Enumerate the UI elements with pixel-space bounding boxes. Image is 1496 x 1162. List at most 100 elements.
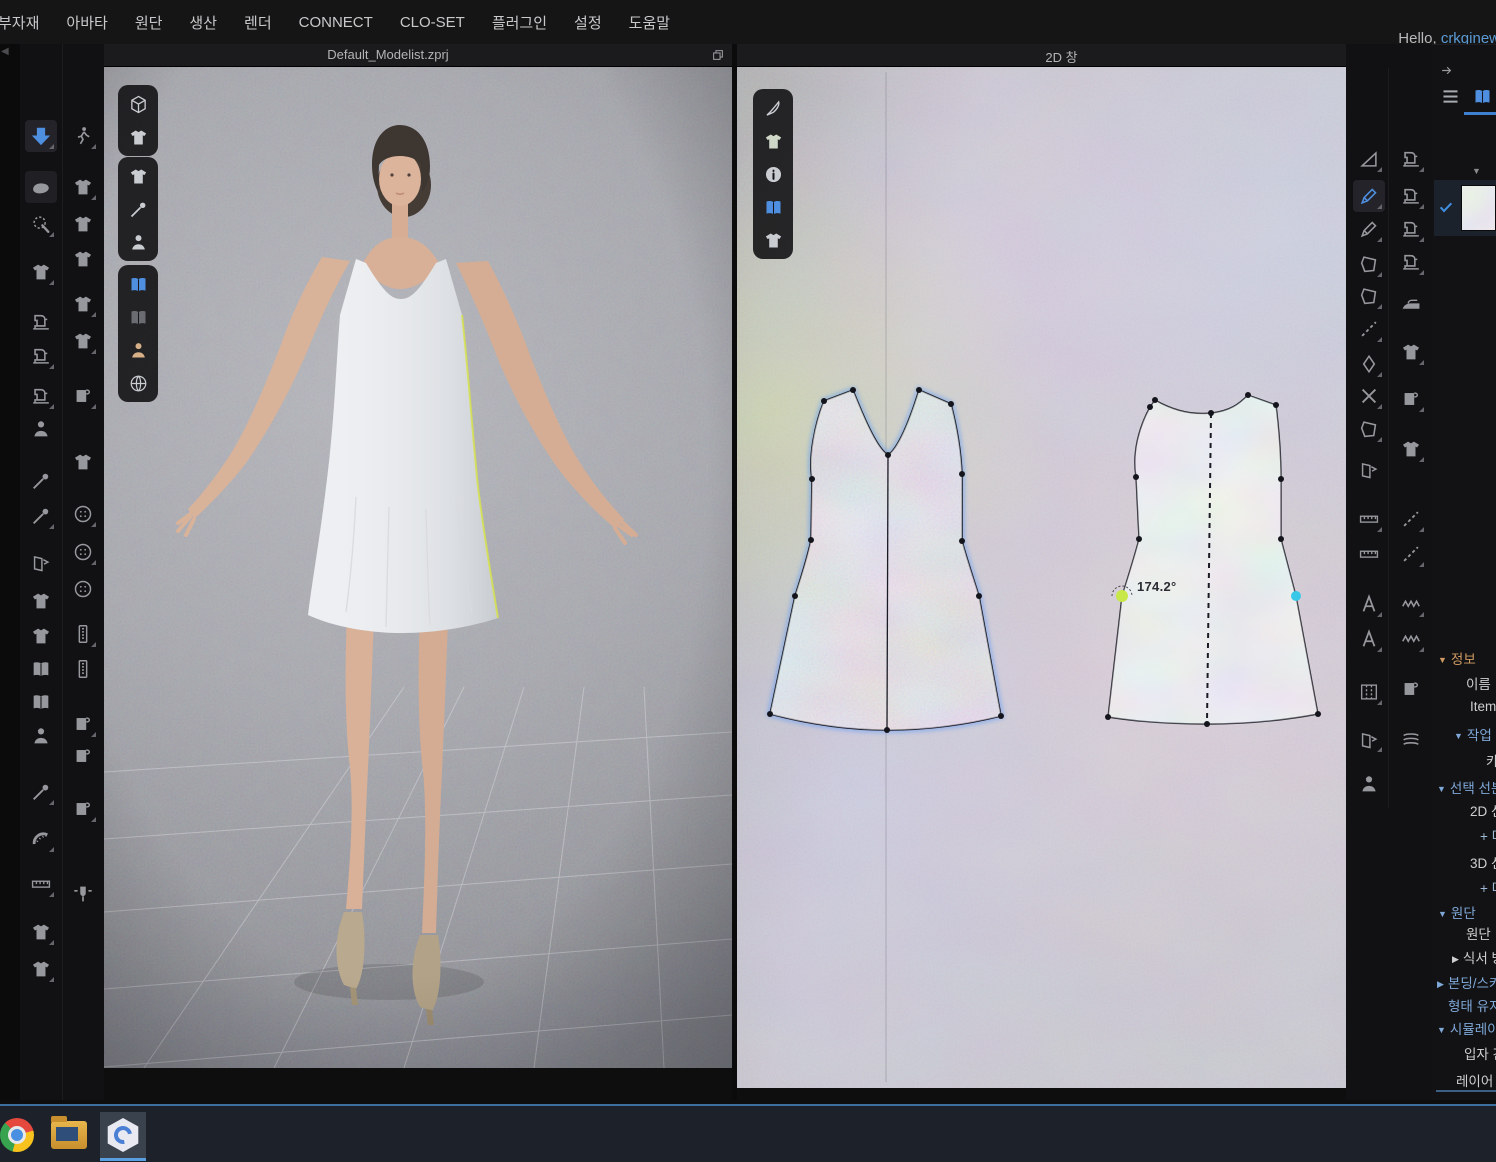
menu-closet[interactable]: CLO-SET	[400, 14, 465, 31]
iron-press-tool[interactable]	[1395, 290, 1427, 322]
arrange-garment-4-tool[interactable]	[67, 288, 99, 320]
pin-tool[interactable]	[25, 465, 57, 497]
section-simulation[interactable]: ▼시뮬레이션	[1432, 1018, 1496, 1038]
show-environment-toggle[interactable]	[126, 371, 150, 395]
select-button-tool[interactable]	[67, 498, 99, 530]
segment-sewing-2d-tool[interactable]	[1395, 143, 1427, 175]
pan-tool[interactable]	[25, 171, 57, 203]
button-tool[interactable]	[67, 536, 99, 568]
show-texture-toggle[interactable]	[761, 129, 785, 153]
add-fabric-tool[interactable]	[1395, 673, 1427, 705]
viewport-2d[interactable]: 174.2°	[737, 67, 1346, 1088]
taskbar-clo3d-button[interactable]	[100, 1112, 146, 1161]
menu-settings[interactable]: 설정	[574, 12, 602, 33]
pleat-tool[interactable]	[1353, 676, 1385, 708]
taskbar-explorer-button[interactable]	[46, 1112, 92, 1158]
section-fabric[interactable]: ▼원단	[1432, 902, 1496, 922]
angle-measure-point[interactable]	[1116, 590, 1128, 602]
lock-pattern-toggle[interactable]	[761, 228, 785, 252]
curved-pattern-tool[interactable]	[1353, 248, 1385, 280]
show-pattern-mesh-toggle[interactable]	[126, 272, 150, 296]
seam-trace-tool[interactable]	[1353, 313, 1385, 345]
restore-window-icon[interactable]	[711, 48, 726, 63]
edit-pattern-tool[interactable]	[1353, 180, 1385, 212]
mn-sewing-2d-tool[interactable]	[1395, 213, 1427, 245]
menu-connect[interactable]: CONNECT	[299, 14, 373, 31]
pin-garment-tool[interactable]	[25, 413, 57, 445]
show-pattern-toggle[interactable]	[761, 195, 785, 219]
show-mannequin-toggle[interactable]	[126, 338, 150, 362]
pleat-fold-tool[interactable]	[1353, 723, 1385, 755]
notch-tool[interactable]	[1353, 380, 1385, 412]
menu-fabric[interactable]: 원단	[135, 12, 163, 33]
edit-curvature-tool[interactable]	[1353, 213, 1385, 245]
section-selected-segment[interactable]: ▼선택 선분	[1432, 777, 1496, 797]
transform-pattern-tool[interactable]	[1353, 143, 1385, 175]
section-info[interactable]: ▼정보	[1432, 648, 1496, 668]
free-sewing-2d-tool[interactable]	[1395, 180, 1427, 212]
arrange-garment-1-tool[interactable]	[67, 171, 99, 203]
drape-tool[interactable]	[25, 720, 57, 752]
fabric-grab-tool[interactable]	[1395, 383, 1427, 415]
collapse-left-icon[interactable]: ◀	[1, 46, 9, 57]
shirring-h-tool[interactable]	[1395, 623, 1427, 655]
taskbar-chrome-button[interactable]	[0, 1112, 40, 1158]
arrange-clothes-tool[interactable]	[25, 620, 57, 652]
segment-sewing-tool[interactable]	[25, 306, 57, 338]
show-avatar-toggle[interactable]	[126, 230, 150, 254]
tape-measure-curve-tool[interactable]	[25, 823, 57, 855]
tape-measure-tool[interactable]	[25, 868, 57, 900]
ruler-tool[interactable]	[1353, 538, 1385, 570]
awl-needle-tool[interactable]	[761, 96, 785, 120]
particle-fabric-tool[interactable]	[67, 380, 99, 412]
rotate-fold-tool[interactable]	[25, 686, 57, 718]
zipper-tool[interactable]	[67, 653, 99, 685]
dart-tool[interactable]	[1353, 348, 1385, 380]
select-mesh-tool[interactable]	[25, 256, 57, 288]
menu-production[interactable]: 생산	[189, 12, 217, 33]
elastic-tool[interactable]	[1395, 538, 1427, 570]
more-2d-link[interactable]: + 더	[1432, 825, 1496, 845]
measure-pin-tool[interactable]	[25, 776, 57, 808]
annotation-text-tool[interactable]	[1353, 623, 1385, 655]
garment-measure-2-tool[interactable]	[25, 953, 57, 985]
menu-trims[interactable]: 부자재	[0, 12, 39, 33]
select-move-tool[interactable]	[25, 120, 57, 152]
window-3d-titlebar[interactable]: Default_Modelist.zprj	[104, 44, 732, 67]
viewport-3d[interactable]	[104, 67, 732, 1068]
show-pins-toggle[interactable]	[126, 197, 150, 221]
section-work[interactable]: ▼작업	[1432, 724, 1496, 744]
menu-help[interactable]: 도움말	[629, 12, 670, 33]
detect-sewing-tool[interactable]	[1395, 246, 1427, 278]
menu-plugin[interactable]: 플러그인	[492, 12, 547, 33]
fabric-roll-tool[interactable]	[67, 793, 99, 825]
open-fold-tool[interactable]	[25, 653, 57, 685]
arrange-garment-3-tool[interactable]	[67, 243, 99, 275]
arrange-garment-5-tool[interactable]	[67, 325, 99, 357]
buttonhole-lock-tool[interactable]	[67, 573, 99, 605]
section-bonding[interactable]: ▶본딩/스카	[1432, 972, 1496, 992]
pattern-to-avatar-tool[interactable]	[1353, 768, 1385, 800]
polygon-pattern-tool[interactable]	[1353, 413, 1385, 445]
avatar-walk-tool[interactable]	[67, 120, 99, 152]
shirring-v-tool[interactable]	[1395, 588, 1427, 620]
menu-render[interactable]: 렌더	[244, 12, 272, 33]
texture-garment-tool[interactable]	[67, 446, 99, 478]
seam-allowance-tool[interactable]	[1353, 503, 1385, 535]
more-3d-link[interactable]: + 더	[1432, 877, 1496, 897]
select-garment-2d-tool[interactable]	[1395, 336, 1427, 368]
press-clamp-tool[interactable]	[67, 878, 99, 910]
select-fabric-piece-tool[interactable]	[67, 708, 99, 740]
pattern-text-tool[interactable]	[1353, 588, 1385, 620]
fold-arrangement-tool[interactable]	[25, 546, 57, 578]
mn-sewing-tool[interactable]	[25, 380, 57, 412]
pin-curve-tool[interactable]	[25, 500, 57, 532]
basting-tool[interactable]	[1395, 503, 1427, 535]
garment-measure-tool[interactable]	[25, 916, 57, 948]
select-zipper-tool[interactable]	[67, 618, 99, 650]
texture-checker-tool[interactable]	[1395, 433, 1427, 465]
fold-garment-tool[interactable]	[25, 585, 57, 617]
fabric-piece-tool[interactable]	[67, 740, 99, 772]
show-info-toggle[interactable]	[761, 162, 785, 186]
arrange-garment-2-tool[interactable]	[67, 208, 99, 240]
